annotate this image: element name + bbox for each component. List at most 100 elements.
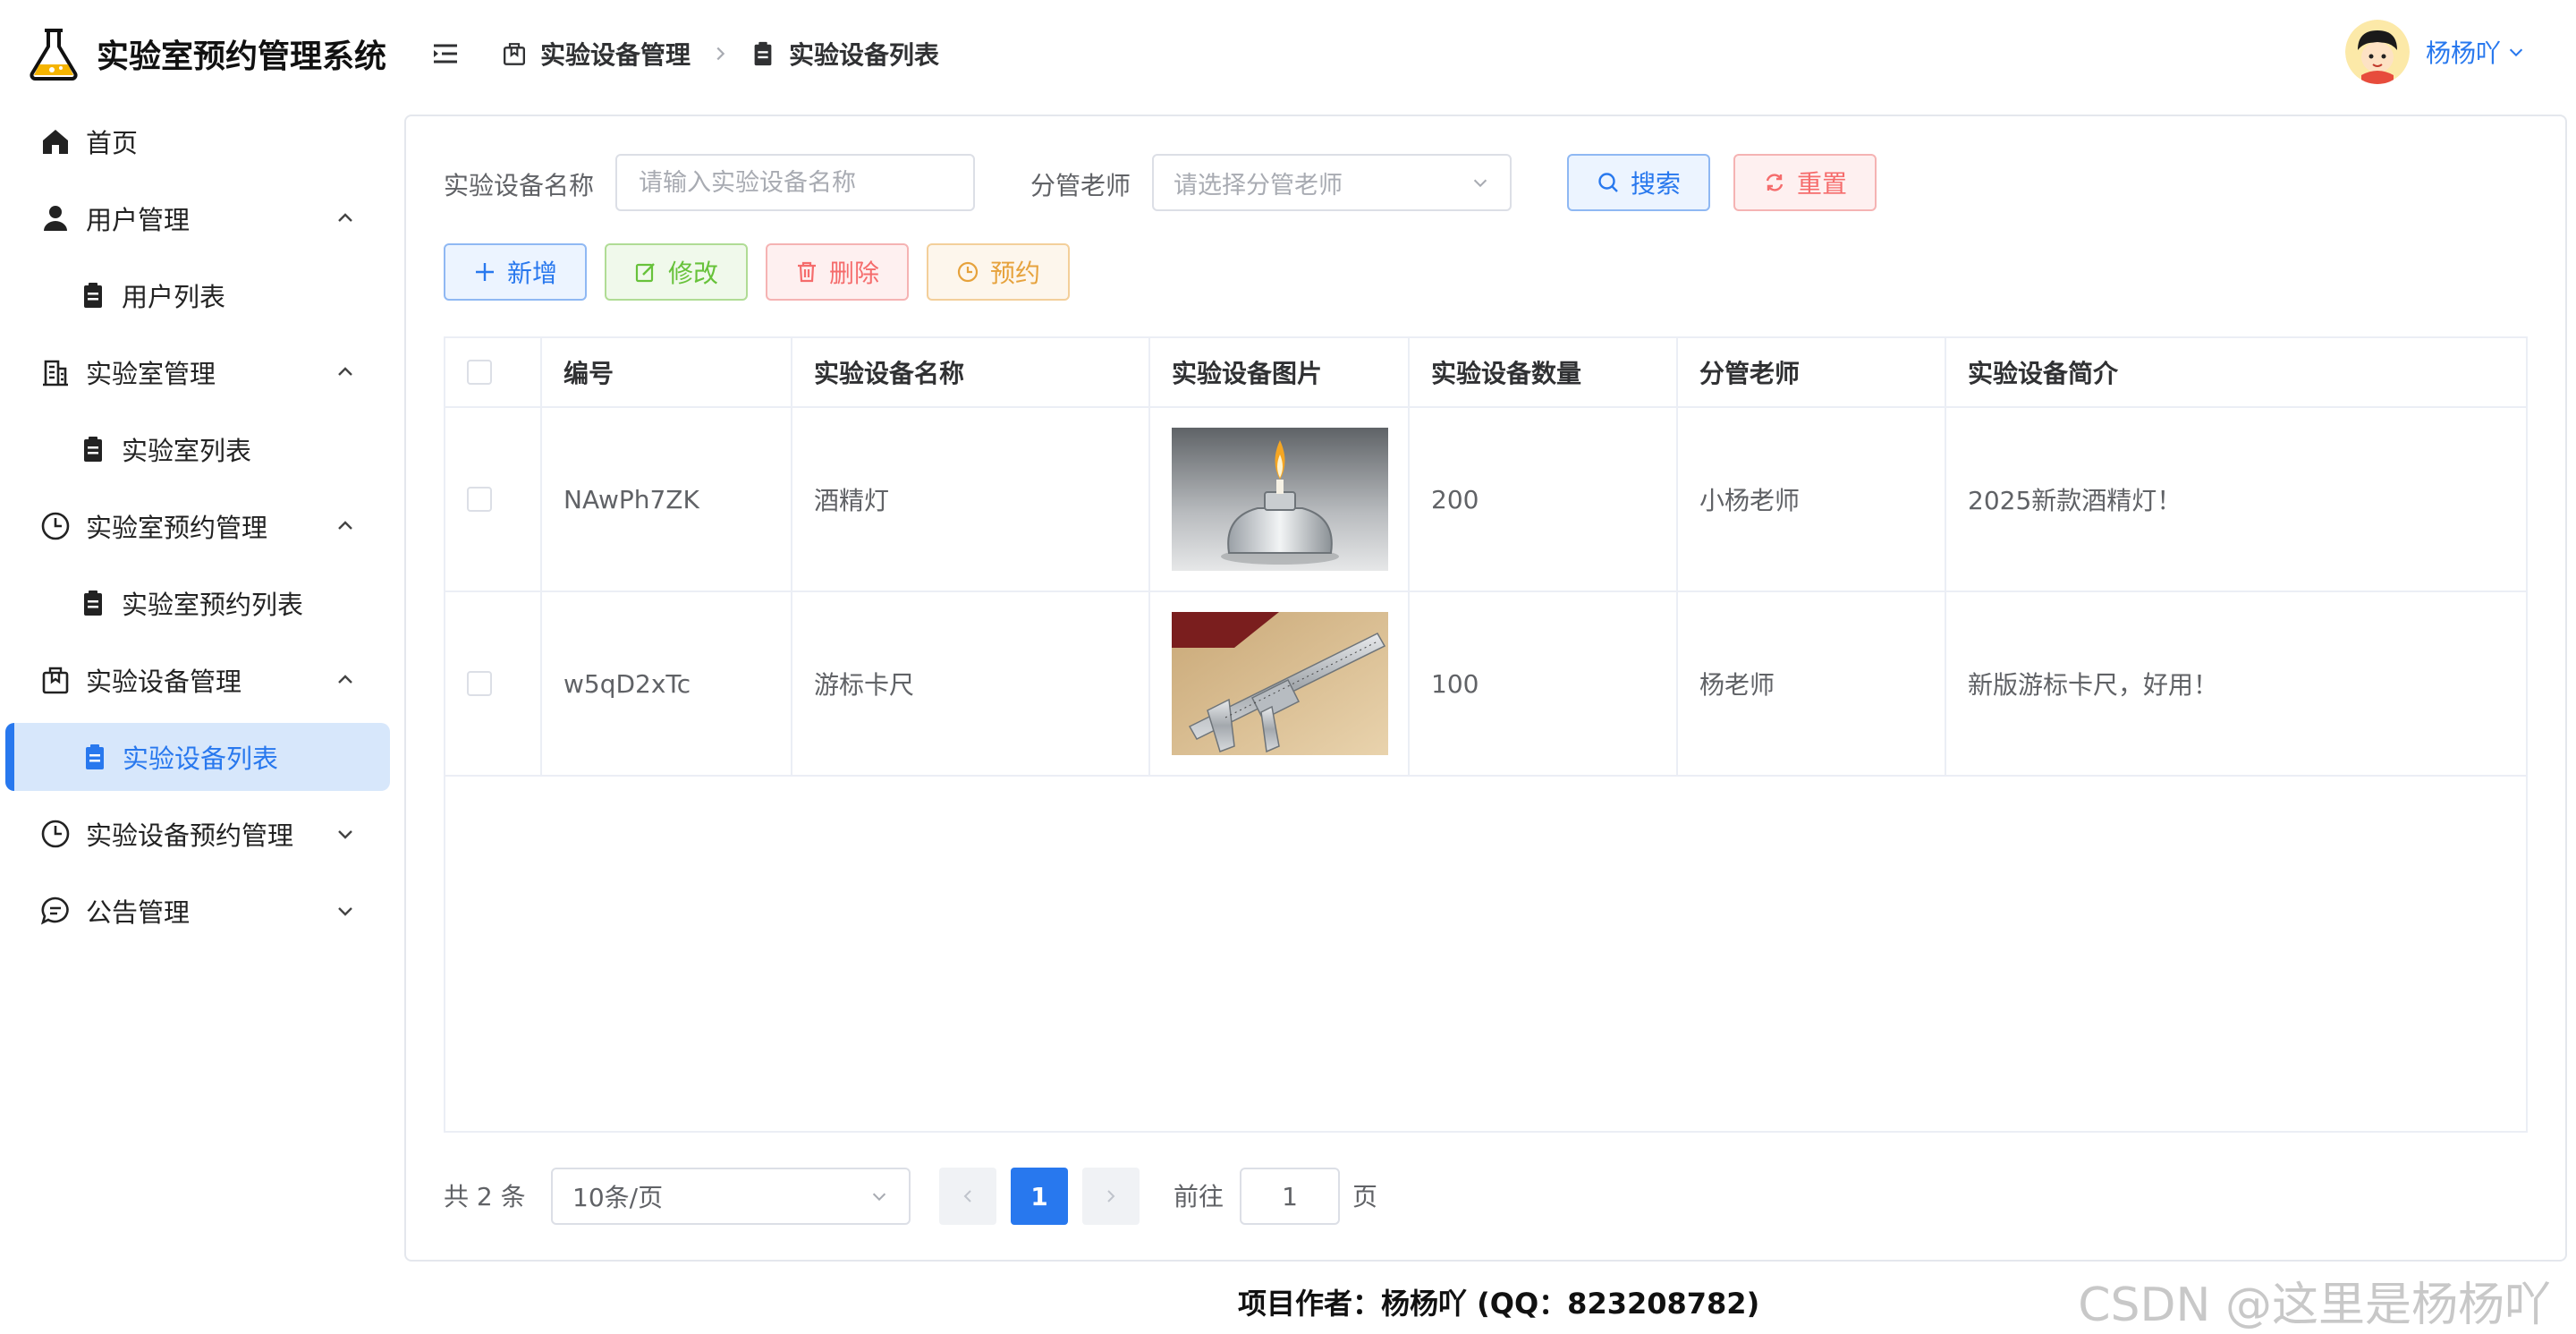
refresh-icon	[1766, 174, 1784, 191]
breadcrumb: 实验设备管理 实验设备列表	[501, 34, 939, 73]
sidebar-item-user-list[interactable]: 用户列表	[0, 261, 394, 329]
column-header[interactable]: 实验设备图片	[1150, 338, 1410, 406]
table-row[interactable]: w5qD2xTc 游标卡尺 100 杨老师 新版游标卡尺，好用！	[445, 592, 2526, 777]
sidebar-item-label: 实验室预约列表	[122, 590, 304, 620]
cell-teacher: 杨老师	[1678, 592, 1946, 775]
edit-button[interactable]: 修改	[605, 243, 748, 301]
cell-id: NAwPh7ZK	[542, 408, 792, 591]
chat-bubble-icon	[40, 896, 69, 925]
sidebar-item-label: 实验设备管理	[86, 667, 242, 697]
column-header[interactable]: 编号	[542, 338, 792, 406]
teacher-filter-select[interactable]: 请选择分管老师	[1152, 154, 1512, 211]
chevron-down-icon	[872, 1193, 886, 1202]
sidebar-item-lab-reservation-list[interactable]: 实验室预约列表	[0, 569, 394, 637]
collapse-menu-icon[interactable]	[431, 39, 460, 68]
chevron-right-icon	[716, 47, 725, 61]
chevron-up-icon	[338, 521, 352, 530]
add-button[interactable]: 新增	[444, 243, 587, 301]
delete-button[interactable]: 删除	[766, 243, 909, 301]
box-icon	[504, 43, 525, 65]
page-unit-label: 页	[1352, 1182, 1378, 1211]
alcohol-lamp-image[interactable]	[1172, 428, 1388, 571]
sidebar-item-home[interactable]: 首页	[0, 107, 394, 175]
teacher-filter-placeholder: 请选择分管老师	[1174, 171, 1343, 200]
plus-icon	[475, 263, 494, 281]
chevron-down-icon	[2509, 48, 2523, 57]
clock-icon	[41, 512, 70, 540]
main-card: 实验设备名称 分管老师 请选择分管老师 搜索 重置 新增 修改 删除 预约 编号…	[404, 115, 2567, 1262]
sidebar-item-notice-management[interactable]: 公告管理	[0, 877, 394, 945]
footer-author: 项目作者：杨杨吖 (QQ：823208782)	[1238, 1287, 1760, 1321]
sidebar-item-user-management[interactable]: 用户管理	[0, 184, 394, 252]
cell-name: 游标卡尺	[792, 592, 1150, 775]
sidebar-item-label: 实验设备预约管理	[86, 820, 294, 851]
chevron-down-icon	[1473, 179, 1487, 188]
chevron-down-icon	[338, 907, 352, 916]
home-icon	[43, 130, 68, 154]
breadcrumb-item-current: 实验设备列表	[789, 40, 940, 70]
clock-icon	[41, 820, 70, 848]
page-number-1[interactable]: 1	[1011, 1168, 1068, 1225]
clipboard-icon	[84, 437, 102, 462]
clock-icon	[957, 261, 979, 283]
app-logo[interactable]: 实验室预约管理系统	[25, 25, 386, 82]
sidebar-item-equipment-management[interactable]: 实验设备管理	[0, 646, 394, 714]
column-header[interactable]: 实验设备简介	[1946, 338, 2526, 406]
sidebar-item-label: 首页	[86, 128, 139, 158]
sidebar-item-label: 公告管理	[86, 897, 191, 928]
chevron-down-icon	[338, 830, 352, 839]
reset-button[interactable]: 重置	[1733, 154, 1877, 211]
cell-name: 酒精灯	[792, 408, 1150, 591]
select-all-checkbox[interactable]	[467, 360, 492, 385]
sidebar-item-label: 用户管理	[86, 205, 191, 235]
select-all-cell	[445, 338, 542, 406]
row-checkbox[interactable]	[467, 671, 492, 696]
sidebar-item-lab-list[interactable]: 实验室列表	[0, 415, 394, 483]
sidebar: 实验室预约管理系统 首页 用户管理 用户列表 实验室管理 实验室列表 实验室预约…	[0, 0, 394, 1334]
name-filter-input-wrap[interactable]	[615, 154, 975, 211]
row-checkbox[interactable]	[467, 487, 492, 512]
goto-label: 前往	[1174, 1182, 1224, 1211]
watermark: CSDN @这里是杨杨吖	[2078, 1279, 2551, 1332]
clipboard-icon	[84, 591, 102, 616]
sidebar-item-equipment-reservation-management[interactable]: 实验设备预约管理	[0, 800, 394, 868]
teacher-filter-label: 分管老师	[1030, 171, 1131, 200]
column-header[interactable]: 实验设备名称	[792, 338, 1150, 406]
page-size-select[interactable]: 10条/页	[551, 1168, 911, 1225]
sidebar-item-label: 实验设备列表	[123, 743, 279, 774]
trash-icon	[797, 261, 816, 283]
column-header[interactable]: 实验设备数量	[1410, 338, 1678, 406]
clipboard-icon	[84, 283, 102, 308]
cell-quantity: 200	[1410, 408, 1678, 591]
cell-quantity: 100	[1410, 592, 1678, 775]
user-menu[interactable]: 杨杨吖	[2344, 20, 2526, 84]
sidebar-item-lab-management[interactable]: 实验室管理	[0, 338, 394, 406]
vernier-caliper-image[interactable]	[1172, 612, 1388, 755]
edit-icon	[635, 263, 655, 283]
sidebar-item-label: 实验室管理	[86, 359, 216, 389]
sidebar-item-lab-reservation-management[interactable]: 实验室预约管理	[0, 492, 394, 560]
box-icon	[42, 667, 69, 694]
table-row[interactable]: NAwPh7ZK 酒精灯 200 小杨老师 2025新款酒精灯！	[445, 408, 2526, 592]
next-page-button[interactable]	[1082, 1168, 1140, 1225]
sidebar-item-equipment-list[interactable]: 实验设备列表	[5, 723, 390, 791]
reserve-button[interactable]: 预约	[927, 243, 1070, 301]
chevron-up-icon	[338, 213, 352, 222]
breadcrumb-item[interactable]: 实验设备管理	[540, 36, 691, 72]
building-icon	[43, 360, 68, 387]
avatar	[2344, 20, 2410, 84]
sidebar-item-label: 实验室预约管理	[86, 513, 268, 543]
search-button[interactable]: 搜索	[1567, 154, 1710, 211]
equipment-table: 编号 实验设备名称 实验设备图片 实验设备数量 分管老师 实验设备简介 NAwP…	[444, 336, 2528, 1133]
username: 杨杨吖	[2425, 38, 2501, 68]
flask-icon	[30, 29, 78, 81]
app-title: 实验室预约管理系统	[97, 38, 387, 75]
cell-intro: 2025新款酒精灯！	[1968, 486, 2182, 515]
name-filter-label: 实验设备名称	[444, 171, 595, 200]
chevron-right-icon	[1107, 1190, 1115, 1202]
cell-image	[1150, 408, 1410, 591]
name-filter-input[interactable]	[637, 167, 973, 198]
prev-page-button[interactable]	[939, 1168, 996, 1225]
goto-page-input[interactable]: 1	[1240, 1168, 1340, 1225]
column-header[interactable]: 分管老师	[1678, 338, 1946, 406]
